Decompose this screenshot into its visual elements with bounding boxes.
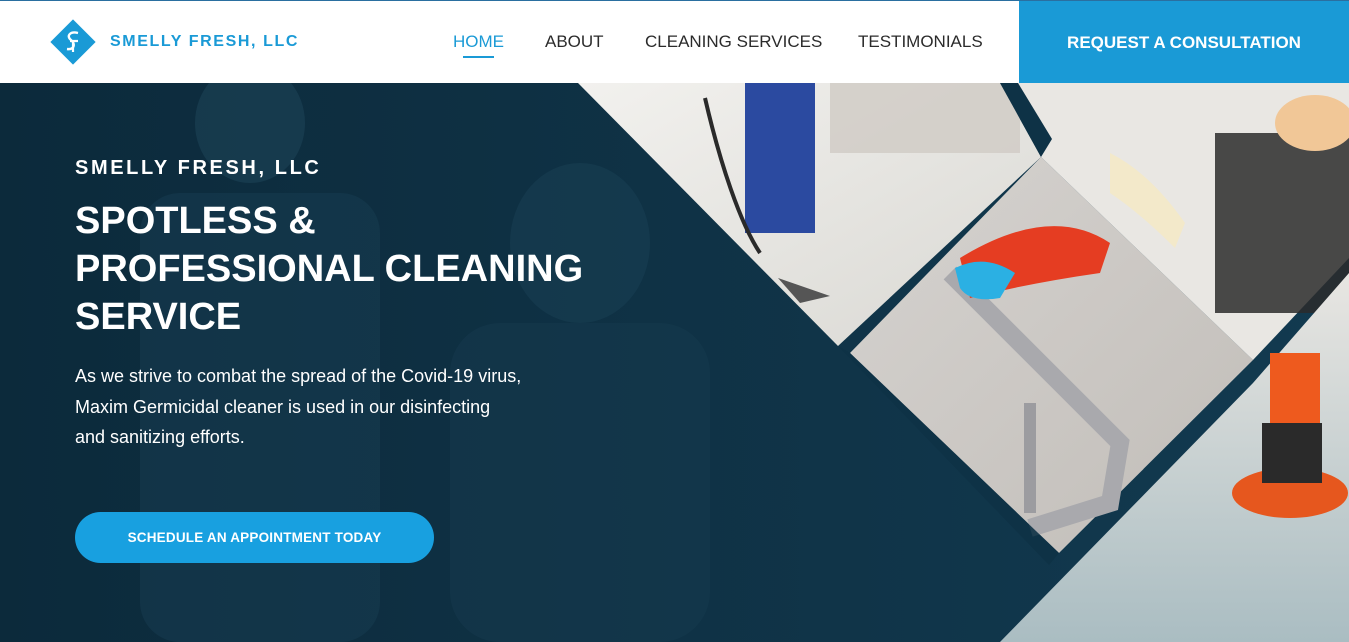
description-line: As we strive to combat the spread of the… — [75, 366, 522, 386]
logo[interactable]: SMELLY FRESH, LLC — [50, 19, 299, 65]
hero-description: As we strive to combat the spread of the… — [75, 361, 615, 453]
nav-item-about[interactable]: ABOUT — [545, 32, 604, 52]
nav-item-cleaning-services[interactable]: CLEANING SERVICES — [645, 32, 822, 52]
description-line: and sanitizing efforts. — [75, 427, 245, 447]
hero-brand: SMELLY FRESH, LLC — [75, 157, 322, 179]
hero-headline: SPOTLESS & PROFESSIONAL CLEANING SERVICE — [75, 197, 635, 341]
headline-line: SPOTLESS & — [75, 200, 316, 242]
description-line: Maxim Germicidal cleaner is used in our … — [75, 396, 491, 417]
top-navigation: SMELLY FRESH, LLC HOME ABOUT CLEANING SE… — [0, 0, 1349, 84]
nav-item-testimonials[interactable]: TESTIMONIALS — [858, 32, 983, 52]
headline-line: SERVICE — [75, 296, 242, 338]
diamond-sf-monogram-icon — [50, 19, 96, 65]
hero-section: SMELLY FRESH, LLC SPOTLESS & PROFESSIONA… — [0, 83, 1349, 642]
schedule-appointment-button[interactable]: SCHEDULE AN APPOINTMENT TODAY — [75, 512, 434, 563]
headline-line: PROFESSIONAL CLEANING — [75, 248, 584, 290]
nav-item-home[interactable]: HOME — [453, 32, 504, 58]
logo-text: SMELLY FRESH, LLC — [110, 33, 299, 50]
request-consultation-button[interactable]: REQUEST A CONSULTATION — [1019, 1, 1349, 84]
